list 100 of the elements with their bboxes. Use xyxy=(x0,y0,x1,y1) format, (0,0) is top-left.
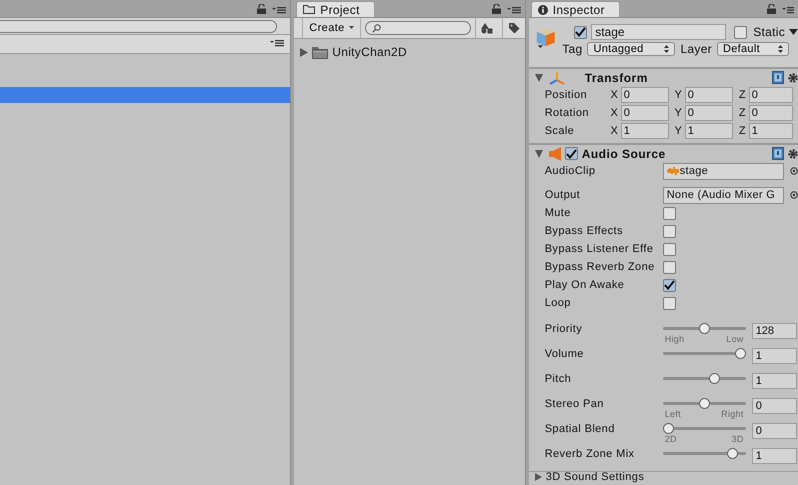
tag-label: Tag xyxy=(562,42,582,56)
audio-clip-icon xyxy=(666,167,679,175)
menu-icon[interactable] xyxy=(272,6,286,14)
layer-dropdown[interactable]: Default xyxy=(716,42,789,56)
number-field[interactable]: 0 xyxy=(620,87,669,103)
info-icon xyxy=(538,4,548,14)
name-field[interactable]: stage xyxy=(591,24,726,40)
slider-track[interactable] xyxy=(662,398,746,409)
search-field[interactable] xyxy=(0,20,278,32)
lock-icon[interactable] xyxy=(257,4,266,14)
axis-label: Y xyxy=(674,125,683,137)
number-field[interactable]: 0 xyxy=(684,87,733,103)
checkbox[interactable] xyxy=(662,242,676,256)
layer-label: Layer xyxy=(680,42,712,56)
active-checkbox[interactable] xyxy=(574,26,588,38)
tag-dropdown[interactable]: Untagged xyxy=(587,42,676,56)
checkbox[interactable] xyxy=(662,224,676,238)
foldout-arrow-icon[interactable] xyxy=(534,150,543,158)
help-book-icon[interactable] xyxy=(772,71,784,84)
slider-thumb[interactable] xyxy=(698,398,710,409)
slider-thumb[interactable] xyxy=(734,348,746,359)
property-label: Bypass Listener Effe xyxy=(544,243,654,255)
property-label: Scale xyxy=(544,125,576,137)
slider-track[interactable] xyxy=(662,348,746,359)
property-label: Bypass Reverb Zone xyxy=(544,261,656,273)
settings-icon[interactable] xyxy=(788,72,798,82)
object-picker-icon[interactable] xyxy=(790,167,798,175)
static-label: Static xyxy=(753,25,786,39)
number-field[interactable]: 0 xyxy=(684,105,733,121)
number-field[interactable]: 1 xyxy=(620,123,669,139)
number-field[interactable]: 1 xyxy=(684,123,733,139)
checkbox[interactable] xyxy=(662,206,676,220)
slider-min-label: High xyxy=(664,334,684,344)
slider-track[interactable] xyxy=(662,448,746,459)
slider-track[interactable] xyxy=(662,423,746,434)
foldout-arrow-icon[interactable] xyxy=(534,472,542,480)
object-field[interactable]: stage xyxy=(662,162,784,180)
number-field[interactable]: 0 xyxy=(752,398,797,414)
number-field[interactable]: 1 xyxy=(752,448,797,464)
speaker-icon xyxy=(548,146,561,160)
axis-label: Z xyxy=(738,89,747,101)
checkbox[interactable] xyxy=(662,278,676,292)
static-checkbox[interactable] xyxy=(734,26,748,38)
menu-icon[interactable] xyxy=(506,6,521,14)
dropdown-arrow-icon[interactable] xyxy=(789,29,798,35)
property-label: Output xyxy=(544,189,582,201)
property-label: Mute xyxy=(544,207,572,219)
property-label: Position xyxy=(544,89,588,101)
slider-track[interactable] xyxy=(662,373,746,384)
foldout-arrow-icon[interactable] xyxy=(534,74,543,82)
menu-icon[interactable] xyxy=(270,38,284,46)
axis-label: X xyxy=(610,89,619,101)
axis-label: Y xyxy=(674,107,683,119)
settings-icon[interactable] xyxy=(788,148,798,158)
number-field[interactable]: 0 xyxy=(748,105,793,121)
checkbox[interactable] xyxy=(662,260,676,274)
shapes-icon xyxy=(481,22,494,34)
property-label: Volume xyxy=(544,348,585,360)
property-label: Priority xyxy=(544,323,584,335)
checkbox[interactable] xyxy=(662,296,676,310)
number-field[interactable]: 1 xyxy=(752,373,797,389)
axes-icon xyxy=(548,70,565,84)
help-book-icon[interactable] xyxy=(772,147,784,160)
slider-max-label: Right xyxy=(721,409,744,419)
axis-label: Y xyxy=(674,89,683,101)
search-icon xyxy=(372,24,381,32)
property-label: Play On Awake xyxy=(544,279,626,291)
create-dropdown[interactable]: Create xyxy=(302,18,361,38)
slider-thumb[interactable] xyxy=(709,373,720,384)
number-field[interactable]: 0 xyxy=(748,87,793,103)
lock-icon[interactable] xyxy=(492,4,501,14)
object-picker-icon[interactable] xyxy=(790,191,798,199)
number-field[interactable]: 0 xyxy=(752,423,797,439)
slider-thumb[interactable] xyxy=(662,423,674,434)
number-field[interactable]: 0 xyxy=(620,105,669,121)
project-tab[interactable]: Project xyxy=(296,1,375,17)
number-field[interactable]: 1 xyxy=(748,123,793,139)
axis-label: X xyxy=(610,107,619,119)
component-title: Audio Source xyxy=(582,146,666,160)
property-label: Pitch xyxy=(544,373,572,385)
slider-thumb[interactable] xyxy=(698,323,710,334)
enabled-checkbox[interactable] xyxy=(564,147,578,160)
component-title: Transform xyxy=(584,70,648,84)
property-label: Bypass Effects xyxy=(544,225,624,237)
section-label[interactable]: 3D Sound Settings xyxy=(546,470,644,482)
property-label: Loop xyxy=(544,297,572,309)
slider-thumb[interactable] xyxy=(727,448,738,459)
object-field[interactable]: None (Audio Mixer G xyxy=(662,186,784,204)
lock-icon[interactable] xyxy=(767,4,776,14)
search-field[interactable] xyxy=(364,21,472,35)
property-label: Spatial Blend xyxy=(544,423,616,435)
number-field[interactable]: 128 xyxy=(752,323,797,339)
foldout-arrow-icon[interactable] xyxy=(300,48,308,56)
menu-icon[interactable] xyxy=(782,6,794,14)
inspector-tab[interactable]: Inspector xyxy=(530,1,620,17)
folder-label[interactable]: UnityChan2D xyxy=(332,45,407,59)
number-field[interactable]: 1 xyxy=(752,348,797,364)
slider-track[interactable] xyxy=(662,323,746,334)
updown-arrows-icon xyxy=(778,45,783,53)
property-label: Rotation xyxy=(544,107,590,119)
